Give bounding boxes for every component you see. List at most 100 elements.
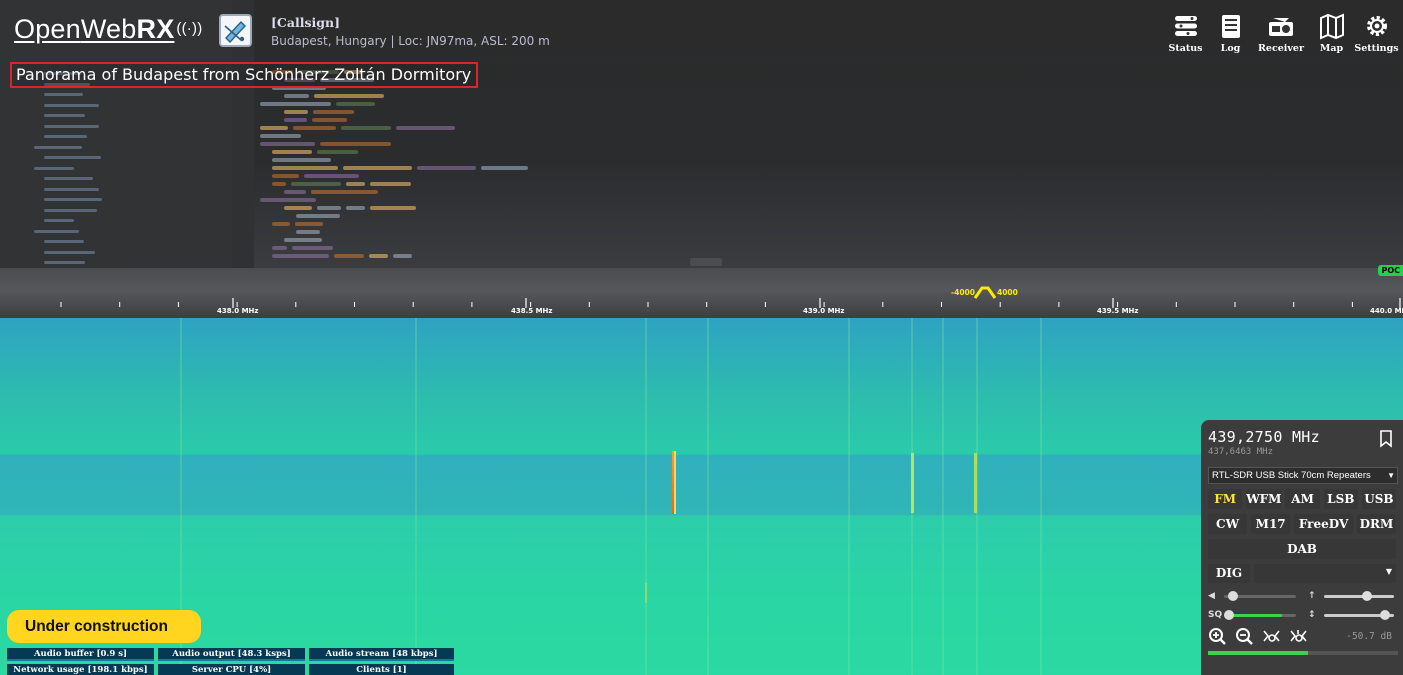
file-tree-line-photo — [44, 198, 102, 201]
file-tree-line-photo — [44, 124, 99, 128]
filter-low-label: -4000 — [951, 288, 975, 297]
nav-map-button[interactable]: Map — [1309, 12, 1354, 54]
mode-row-3: DAB — [1208, 539, 1396, 559]
code-line-photo — [392, 254, 412, 258]
waterfall-stripe — [707, 318, 709, 675]
file-tree-line-photo — [44, 187, 100, 191]
scale-label-439-5: 439.5 MHz — [1097, 307, 1138, 315]
clients-stat[interactable]: Clients [1] — [309, 664, 454, 675]
code-line-photo — [260, 134, 302, 138]
signal-level-bar — [1208, 651, 1398, 655]
bookmark-icon[interactable] — [1379, 430, 1393, 448]
code-line-photo — [345, 206, 365, 210]
scale-ticks: -4000 4000 438.0 MHz 438.5 MHz 439.0 MHz… — [60, 286, 1403, 315]
code-line-photo — [272, 254, 330, 258]
code-line-photo — [369, 206, 417, 210]
code-line-photo — [260, 126, 289, 130]
server-cpu-stat[interactable]: Server CPU [4%] — [158, 664, 305, 675]
noise-reduction-icon[interactable]: ↑ — [1308, 591, 1324, 601]
audio-stream-stat[interactable]: Audio stream [48 kbps] — [309, 648, 454, 661]
signal-level-text: -50.7 dB — [1346, 631, 1392, 642]
code-line-photo — [272, 150, 313, 154]
mode-row-1: FM WFM AM LSB USB — [1208, 489, 1397, 509]
mode-cw-button[interactable]: CW — [1208, 514, 1248, 534]
code-line-photo — [284, 190, 306, 194]
frequency-offset: 437,6463 MHz — [1208, 447, 1274, 457]
frequency-display[interactable]: 439,2750 MHz — [1208, 428, 1396, 446]
code-line-photo — [417, 166, 476, 170]
code-line-photo — [284, 118, 308, 122]
waterfall-stripe — [645, 318, 647, 675]
noise-reduction-slider[interactable] — [1324, 590, 1394, 601]
file-tree-line-photo — [44, 135, 87, 138]
code-line-photo — [272, 182, 287, 186]
mode-am-button[interactable]: AM — [1285, 489, 1320, 509]
zoom-reset-icon[interactable] — [1289, 627, 1308, 646]
filter-marker[interactable]: -4000 4000 — [951, 286, 1018, 299]
zoom-to-band-icon[interactable] — [1262, 627, 1281, 646]
code-line-photo — [296, 214, 340, 218]
scale-label-439-0: 439.0 MHz — [803, 307, 844, 315]
map-icon — [1319, 13, 1344, 40]
mode-row-2: CW M17 FreeDV DRM — [1208, 514, 1396, 534]
zoom-out-icon[interactable] — [1235, 627, 1254, 646]
file-tree-line-photo — [44, 93, 84, 96]
logo-web: Web — [80, 14, 137, 44]
code-line-photo — [272, 222, 290, 226]
mode-dig-button[interactable]: DIG — [1208, 564, 1250, 583]
audio-buffer-stat[interactable]: Audio buffer [0.9 s] — [7, 648, 154, 661]
receiver-avatar[interactable] — [219, 14, 252, 47]
noise-reduction-knob[interactable] — [1362, 590, 1372, 601]
squelch-slider[interactable] — [1224, 609, 1296, 620]
chevron-down-icon: ▼ — [1385, 567, 1392, 576]
code-line-photo — [303, 174, 360, 178]
nav-log-button[interactable]: Log — [1208, 12, 1253, 54]
code-line-photo — [316, 206, 341, 210]
auto-squelch-icon[interactable]: ↕ — [1308, 610, 1324, 620]
agc-knob[interactable] — [1380, 609, 1390, 620]
file-tree-line-photo — [44, 103, 100, 107]
profile-select[interactable]: RTL-SDR USB Stick 70cm Repeaters ▼ — [1208, 467, 1398, 484]
code-line-photo — [272, 174, 299, 178]
poc-tag[interactable]: POC — [1378, 265, 1403, 276]
volume-knob[interactable] — [1228, 590, 1238, 601]
code-line-photo — [312, 118, 348, 122]
waterfall-stripe — [1040, 318, 1042, 675]
scale-label-438-5: 438.5 MHz — [511, 307, 552, 315]
zoom-in-icon[interactable] — [1208, 627, 1227, 646]
squelch-knob[interactable] — [1224, 609, 1234, 620]
code-line-photo — [272, 158, 331, 162]
mode-lsb-button[interactable]: LSB — [1323, 489, 1358, 509]
mode-dab-button[interactable]: DAB — [1208, 539, 1396, 559]
file-tree-line-photo — [34, 145, 83, 149]
code-line-photo — [334, 254, 365, 258]
openwebrx-logo[interactable]: OpenWebRX ((·)) — [14, 14, 202, 45]
nav-receiver-label: Receiver — [1258, 43, 1304, 54]
code-line-photo — [395, 126, 456, 130]
mode-drm-button[interactable]: DRM — [1356, 514, 1396, 534]
mode-usb-button[interactable]: USB — [1361, 489, 1397, 509]
audio-output-stat[interactable]: Audio output [48.3 ksps] — [158, 648, 305, 661]
receiver-icon — [1269, 18, 1293, 36]
code-line-photo — [260, 142, 315, 146]
mode-wfm-button[interactable]: WFM — [1246, 489, 1282, 509]
frequency-scale[interactable]: -4000 4000 438.0 MHz 438.5 MHz 439.0 MHz… — [0, 268, 1403, 318]
nav-settings-button[interactable]: Settings — [1354, 12, 1399, 54]
code-line-photo — [319, 142, 392, 146]
under-construction-badge: Under construction — [7, 610, 201, 643]
collapse-handle[interactable] — [690, 258, 722, 266]
nav-status-button[interactable]: Status — [1163, 12, 1208, 54]
agc-slider[interactable] — [1324, 609, 1394, 620]
mode-m17-button[interactable]: M17 — [1251, 514, 1291, 534]
nav-receiver-button[interactable]: Receiver — [1253, 12, 1309, 54]
volume-slider[interactable] — [1224, 590, 1296, 601]
gear-icon — [1366, 16, 1387, 36]
code-line-photo — [340, 126, 391, 130]
mode-freedv-button[interactable]: FreeDV — [1294, 514, 1353, 534]
network-usage-stat[interactable]: Network usage [198.1 kbps] — [7, 664, 154, 675]
mode-fm-button[interactable]: FM — [1208, 489, 1243, 509]
file-tree-line-photo — [44, 240, 84, 243]
digital-mode-select[interactable]: ▼ — [1254, 564, 1396, 583]
waterfall-display[interactable] — [0, 318, 1403, 675]
code-line-photo — [369, 182, 412, 186]
